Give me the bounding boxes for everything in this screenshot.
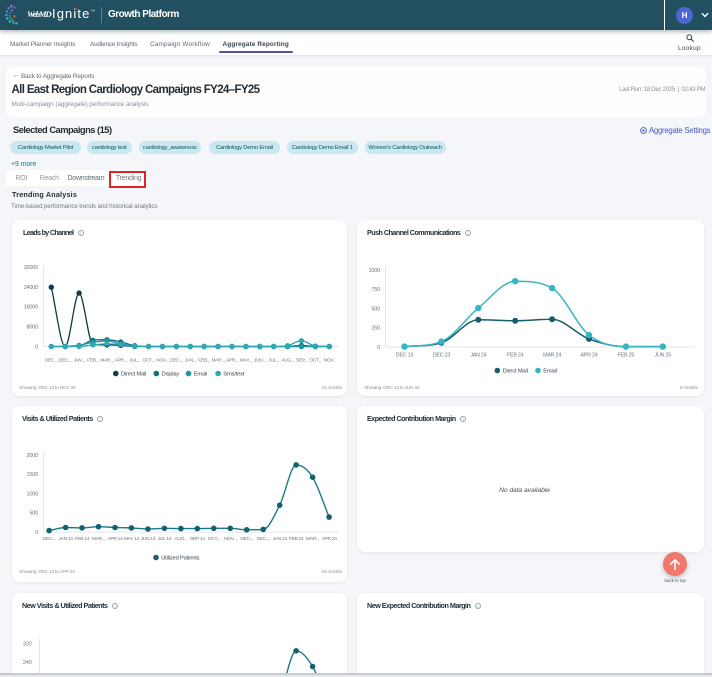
svg-text:Email: Email	[543, 369, 557, 375]
svg-text:500: 500	[29, 511, 38, 517]
svg-text:APR 24: APR 24	[322, 536, 338, 542]
svg-text:JUN..,: JUN..,	[254, 358, 266, 364]
svg-text:8000: 8000	[27, 325, 39, 331]
svg-text:JAN 24: JAN 24	[273, 536, 288, 542]
svg-text:Showing: DEC 13 to NOV 25: Showing: DEC 13 to NOV 25	[19, 385, 76, 391]
svg-text:0: 0	[35, 530, 38, 536]
svg-text:Showing: DEC 13 to JUN 25: Showing: DEC 13 to JUN 25	[364, 385, 420, 391]
svg-text:1000: 1000	[27, 491, 39, 497]
svg-text:JUL..,: JUL..,	[268, 358, 279, 364]
svg-text:DEC..,: DEC..,	[170, 358, 183, 364]
svg-text:NOV..: NOV..	[324, 358, 335, 364]
svg-text:DEC..,: DEC..,	[240, 536, 253, 542]
svg-text:1500: 1500	[27, 472, 39, 478]
svg-text:Direct Mail: Direct Mail	[503, 369, 528, 375]
svg-text:MAR..,: MAR..,	[100, 358, 113, 364]
svg-text:AUG..,: AUG..,	[174, 536, 187, 542]
svg-text:OCT..,: OCT..,	[309, 358, 321, 364]
svg-text:AUG..,: AUG..,	[281, 358, 294, 364]
svg-text:21 months: 21 months	[321, 385, 342, 391]
svg-text:750: 750	[371, 287, 380, 293]
svg-text:FEB 14: FEB 14	[75, 536, 90, 542]
svg-text:NOV..,: NOV..,	[156, 358, 168, 364]
svg-text:Direct Mail: Direct Mail	[121, 372, 146, 378]
svg-text:Email: Email	[194, 372, 208, 378]
svg-text:JAN 24: JAN 24	[470, 353, 486, 359]
svg-text:FEB..,: FEB..,	[198, 358, 210, 364]
svg-text:DEC..,: DEC..,	[59, 358, 72, 364]
svg-text:JAN..,: JAN..,	[185, 358, 197, 364]
svg-text:OCT..,: OCT..,	[143, 358, 155, 364]
svg-text:1000: 1000	[369, 268, 381, 274]
svg-text:32000: 32000	[24, 265, 38, 271]
svg-text:250: 250	[371, 326, 380, 332]
svg-text:JUN 25: JUN 25	[655, 353, 672, 359]
svg-text:500: 500	[371, 306, 380, 312]
svg-text:DEC 23: DEC 23	[433, 353, 451, 359]
svg-text:2000: 2000	[27, 453, 39, 459]
svg-text:OCT..,: OCT..,	[208, 536, 220, 542]
svg-text:APR 14: APR 14	[107, 536, 123, 542]
svg-text:APR..,: APR..,	[115, 358, 127, 364]
svg-text:16000: 16000	[24, 305, 38, 311]
svg-text:DEC..,: DEC..,	[257, 536, 270, 542]
svg-text:18 months: 18 months	[321, 569, 342, 575]
svg-text:0: 0	[377, 345, 380, 351]
svg-text:JUL..,: JUL..,	[129, 358, 140, 364]
svg-text:APR 24: APR 24	[580, 353, 597, 359]
svg-text:Sms/text: Sms/text	[223, 372, 245, 378]
svg-text:JUL 14: JUL 14	[158, 536, 172, 542]
svg-text:Utilized Patients: Utilized Patients	[161, 556, 199, 562]
svg-text:JAN 14: JAN 14	[58, 536, 73, 542]
svg-text:8 months: 8 months	[680, 385, 699, 391]
svg-text:SEP..,: SEP..,	[296, 358, 307, 364]
svg-text:MAR..,: MAR..,	[306, 536, 319, 542]
svg-text:NOV..,: NOV..,	[224, 536, 236, 542]
svg-text:Showing: DEC 13 to APR 24: Showing: DEC 13 to APR 24	[19, 569, 75, 575]
svg-text:FEB 24: FEB 24	[507, 353, 524, 359]
svg-text:Display: Display	[162, 372, 180, 378]
svg-text:MAR..,: MAR..,	[92, 536, 105, 542]
svg-text:0: 0	[35, 344, 38, 350]
svg-text:FEB 24: FEB 24	[289, 536, 304, 542]
svg-text:320: 320	[23, 641, 32, 647]
svg-text:JAN..,: JAN..,	[73, 358, 85, 364]
svg-text:DEC..,: DEC..,	[43, 536, 56, 542]
svg-text:JUN 14: JUN 14	[141, 536, 156, 542]
svg-text:240: 240	[23, 660, 32, 666]
svg-text:DEC 13: DEC 13	[396, 353, 414, 359]
svg-text:24000: 24000	[24, 285, 38, 291]
svg-text:APR..,: APR..,	[226, 358, 238, 364]
svg-text:FEB 25: FEB 25	[618, 353, 635, 359]
svg-text:MAR 24: MAR 24	[543, 353, 561, 359]
svg-text:MAY..,: MAY..,	[240, 358, 252, 364]
svg-text:FEB..,: FEB..,	[87, 358, 99, 364]
svg-text:MAY 14: MAY 14	[124, 536, 140, 542]
svg-text:DEC..,: DEC..,	[45, 358, 58, 364]
svg-text:MAR..,: MAR..,	[212, 358, 225, 364]
svg-text:SEP 14: SEP 14	[190, 536, 205, 542]
